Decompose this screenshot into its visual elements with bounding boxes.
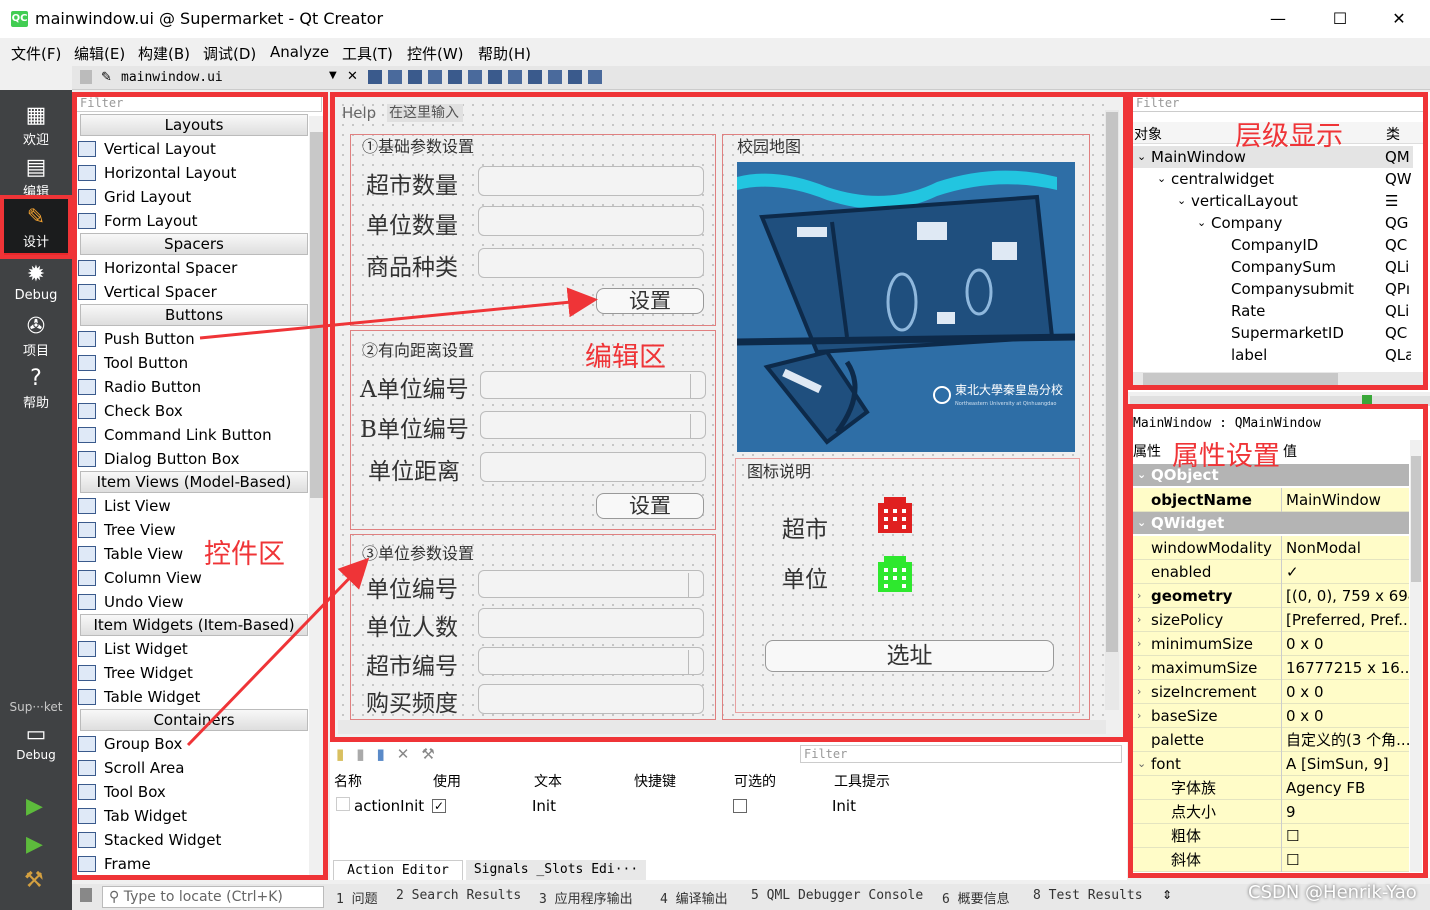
action-column-header[interactable]: 快捷键 xyxy=(634,771,676,791)
file-icon: ✎ xyxy=(101,70,112,85)
layout-hsplitter-icon[interactable] xyxy=(488,70,502,84)
delete-action-icon[interactable]: ✕ xyxy=(397,745,410,763)
annotation-frame-properties xyxy=(1128,404,1428,878)
close-file-icon[interactable]: ✕ xyxy=(347,69,358,84)
bug-icon: ✹ xyxy=(26,262,46,287)
menu-debug[interactable]: 调试(D) xyxy=(203,43,256,64)
pane-issues[interactable]: 1 问题 xyxy=(336,888,378,907)
action-editor-tools: ▮ ▮ ▮ ✕ ⚒ xyxy=(336,745,435,763)
mode-debug[interactable]: ✹ Debug xyxy=(0,256,72,308)
layout-tools xyxy=(368,70,638,86)
action-used-checkbox[interactable]: ✓ xyxy=(432,799,446,813)
action-column-header[interactable]: 文本 xyxy=(534,771,562,791)
run-icon[interactable]: ▶ xyxy=(26,794,43,819)
action-column-header[interactable]: 使用 xyxy=(433,771,461,791)
action-name-cell[interactable]: actionInit xyxy=(354,797,424,815)
menu-help[interactable]: 帮助(H) xyxy=(478,43,531,64)
action-icon-placeholder xyxy=(336,797,350,811)
annotation-properties: 属性设置 xyxy=(1172,441,1280,472)
configure-action-icon[interactable]: ⚒ xyxy=(421,745,434,763)
layout-form-icon[interactable] xyxy=(528,70,542,84)
mode-welcome[interactable]: ▦ 欢迎 xyxy=(0,97,72,149)
file-dropdown-icon[interactable]: ▼ xyxy=(329,70,337,81)
pane-application-output[interactable]: 3 应用程序输出 xyxy=(539,888,633,907)
pane-compile-output[interactable]: 4 编译输出 xyxy=(660,888,728,907)
pane-search-results[interactable]: 2 Search Results xyxy=(396,888,521,903)
search-icon: ⚲ xyxy=(109,889,124,905)
kit-selector[interactable]: ▭ Debug xyxy=(0,716,72,772)
maximize-button[interactable]: ☐ xyxy=(1317,4,1363,34)
action-column-header[interactable]: 可选的 xyxy=(734,771,776,791)
document-icon: ▤ xyxy=(25,155,47,180)
help-icon: ? xyxy=(30,366,42,391)
editor-toolbar xyxy=(72,66,1430,90)
more-panes-icon[interactable]: ⇕ xyxy=(1162,888,1172,902)
open-file-name[interactable]: mainwindow.ui xyxy=(121,70,223,85)
pane-qml-debugger[interactable]: 5 QML Debugger Console xyxy=(751,888,923,903)
watermark: CSDN @Henrik-Yao xyxy=(1248,882,1417,903)
mode-help[interactable]: ? 帮助 xyxy=(0,360,72,412)
edit-widgets-icon[interactable] xyxy=(368,70,382,84)
annotation-editor: 编辑区 xyxy=(585,342,666,373)
action-checkable-checkbox[interactable] xyxy=(733,799,747,813)
qt-creator-logo: QC xyxy=(11,11,28,27)
mode-projects[interactable]: ✇ 项目 xyxy=(0,308,72,360)
paste-action-icon[interactable]: ▮ xyxy=(377,745,385,763)
layout-vsplitter-icon[interactable] xyxy=(508,70,522,84)
minimize-button[interactable]: — xyxy=(1255,4,1301,34)
grid-icon: ▦ xyxy=(25,103,47,128)
annotation-widgets: 控件区 xyxy=(204,539,285,570)
layout-horizontal-icon[interactable] xyxy=(448,70,462,84)
break-layout-icon[interactable] xyxy=(568,70,582,84)
action-column-header[interactable]: 名称 xyxy=(334,771,362,791)
tab-signals-slots[interactable]: Signals _Slots Edi··· xyxy=(466,860,646,880)
annotation-frame-widgets xyxy=(72,92,328,880)
edit-buddies-icon[interactable] xyxy=(408,70,422,84)
mode-edit[interactable]: ▤ 编辑 xyxy=(0,149,72,201)
annotation-hierarchy: 层级显示 xyxy=(1235,121,1343,152)
menu-analyze[interactable]: Analyze xyxy=(270,43,329,61)
tab-action-editor[interactable]: Action Editor xyxy=(333,860,463,880)
menu-widgets[interactable]: 控件(W) xyxy=(407,43,464,64)
layout-vertical-icon[interactable] xyxy=(468,70,482,84)
locator-input[interactable]: ⚲ Type to locate (Ctrl+K) xyxy=(102,886,324,908)
pane-test-results[interactable]: 8 Test Results xyxy=(1033,888,1143,903)
toggle-sidebar-icon[interactable] xyxy=(80,888,92,902)
window-title: mainwindow.ui @ Supermarket - Qt Creator xyxy=(35,9,384,28)
debug-run-icon[interactable]: ▶ xyxy=(26,832,43,857)
annotation-frame-design-mode xyxy=(0,195,72,259)
menu-file[interactable]: 文件(F) xyxy=(11,43,61,64)
pane-general-messages[interactable]: 6 概要信息 xyxy=(942,888,1010,907)
adjust-size-icon[interactable] xyxy=(588,70,602,84)
monitor-icon: ▭ xyxy=(25,722,47,747)
edit-signals-icon[interactable] xyxy=(388,70,402,84)
action-text-cell[interactable]: Init xyxy=(532,797,556,815)
copy-action-icon[interactable]: ▮ xyxy=(356,745,364,763)
menu-edit[interactable]: 编辑(E) xyxy=(74,43,125,64)
edit-tab-order-icon[interactable] xyxy=(428,70,442,84)
menu-tools[interactable]: 工具(T) xyxy=(342,43,393,64)
new-action-icon[interactable]: ▮ xyxy=(336,745,344,763)
build-hammer-icon[interactable]: ⚒ xyxy=(24,868,44,893)
wrench-icon: ✇ xyxy=(26,314,46,339)
lock-icon xyxy=(80,70,92,84)
action-column-header[interactable]: 工具提示 xyxy=(834,771,890,791)
action-filter-input[interactable]: Filter xyxy=(800,745,1122,763)
close-button[interactable]: ✕ xyxy=(1376,4,1422,34)
action-tooltip-cell[interactable]: Init xyxy=(832,797,856,815)
menu-build[interactable]: 构建(B) xyxy=(138,43,190,64)
annotation-frame-editor xyxy=(330,92,1128,742)
layout-grid-icon[interactable] xyxy=(548,70,562,84)
